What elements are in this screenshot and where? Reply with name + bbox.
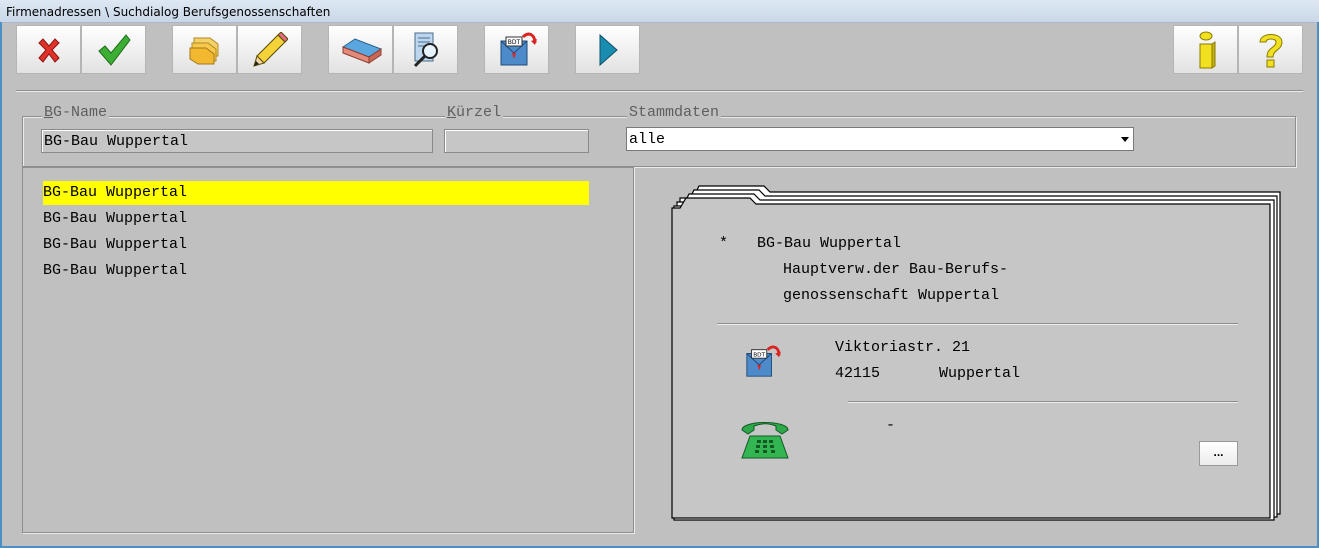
detail-line2: Hauptverw.der Bau-Berufs-	[783, 261, 1009, 278]
bg-name-input[interactable]: BG-Bau Wuppertal	[41, 129, 433, 153]
results-list: BG-Bau Wuppertal BG-Bau Wuppertal BG-Bau…	[22, 167, 634, 533]
next-button[interactable]	[575, 25, 640, 74]
search-button[interactable]	[393, 25, 458, 74]
info-icon	[1199, 31, 1215, 69]
eraser-icon	[341, 37, 382, 64]
info-button[interactable]	[1173, 25, 1238, 74]
stammdaten-dropdown-button[interactable]	[1116, 128, 1133, 150]
detail-street: Viktoriastr. 21	[835, 339, 971, 356]
title-bar: Firmenadressen \ Suchdialog Berufsgenoss…	[0, 0, 1319, 23]
edit-button[interactable]	[237, 25, 302, 74]
bdt-button[interactable]: BDT	[484, 25, 549, 74]
stammdaten-value: alle	[629, 131, 666, 148]
detail-phone: -	[886, 417, 896, 434]
help-icon	[1258, 33, 1283, 67]
folders-button[interactable]	[172, 25, 237, 74]
list-item[interactable]: BG-Bau Wuppertal	[43, 181, 589, 205]
detail-name: BG-Bau Wuppertal	[757, 235, 902, 252]
play-icon	[599, 33, 618, 66]
pencil-icon	[252, 31, 288, 67]
window-border-left	[0, 22, 2, 548]
detail-zip: 42115	[835, 365, 881, 382]
list-item[interactable]: BG-Bau Wuppertal	[43, 207, 589, 231]
cancel-button[interactable]	[16, 25, 81, 74]
phone-icon-wrap	[738, 418, 792, 467]
bdt-mail-icon: BDT	[746, 345, 781, 377]
svg-text:BDT: BDT	[507, 39, 520, 46]
bdt-mail-icon: BDT	[500, 32, 537, 65]
toolbar-separator	[16, 90, 1303, 92]
help-button[interactable]	[1238, 25, 1303, 74]
kuerzel-label: Kürzel	[445, 104, 504, 121]
bg-name-label: BG-Name	[42, 104, 110, 121]
close-icon	[37, 37, 60, 63]
chevron-down-icon	[1120, 136, 1129, 142]
kuerzel-input[interactable]	[444, 129, 589, 153]
more-details-button[interactable]: ...	[1199, 441, 1238, 466]
list-item[interactable]: BG-Bau Wuppertal	[43, 233, 589, 257]
stammdaten-label: Stammdaten	[627, 104, 722, 121]
search-document-icon	[413, 32, 438, 67]
ok-button[interactable]	[81, 25, 146, 74]
detail-line3: genossenschaft Wuppertal	[783, 287, 1000, 304]
address-icon-wrap: BDT	[742, 344, 782, 385]
telephone-icon	[741, 422, 789, 459]
list-item[interactable]: BG-Bau Wuppertal	[43, 259, 589, 283]
detail-marker: *	[719, 235, 729, 252]
detail-divider-1	[717, 324, 1238, 325]
detail-divider-2	[848, 402, 1238, 403]
detail-city: Wuppertal	[939, 365, 1021, 382]
window-title: Firmenadressen \ Suchdialog Berufsgenoss…	[6, 5, 331, 19]
svg-text:BDT: BDT	[753, 352, 765, 358]
stammdaten-select[interactable]: alle	[626, 127, 1134, 151]
eraser-button[interactable]	[328, 25, 393, 74]
folders-icon	[189, 37, 218, 64]
check-icon	[97, 33, 131, 66]
